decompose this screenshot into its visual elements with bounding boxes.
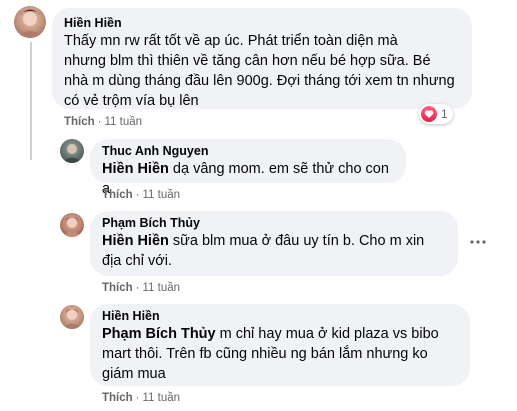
separator: · bbox=[135, 189, 140, 201]
reply-text: Hiền Hiền sữa blm mua ở đâu uy tín b. Ch… bbox=[102, 231, 446, 271]
like-button[interactable]: Thích bbox=[102, 392, 133, 404]
avatar[interactable] bbox=[60, 305, 84, 329]
avatar-photo-icon bbox=[62, 144, 82, 163]
mention-link[interactable]: Hiền Hiền bbox=[102, 161, 169, 177]
reply-author[interactable]: Hiền Hiền bbox=[102, 308, 458, 324]
reply-bubble: Phạm Bích Thủy Hiền Hiền sữa blm mua ở đ… bbox=[90, 211, 458, 276]
mention-link[interactable]: Phạm Bích Thủy bbox=[102, 326, 216, 342]
comment-author[interactable]: Hiền Hiền bbox=[64, 15, 460, 31]
avatar[interactable] bbox=[60, 213, 84, 237]
comment-actions: Thích · 11 tuần bbox=[64, 116, 142, 128]
reply-actions: Thích · 11 tuần bbox=[102, 392, 180, 404]
comment-line: có vẻ trộm vía bụ lên bbox=[64, 93, 199, 109]
avatar-photo-icon bbox=[17, 9, 43, 38]
timestamp[interactable]: 11 tuần bbox=[105, 116, 143, 128]
reply-actions: Thích · 11 tuần bbox=[102, 189, 180, 201]
mention-link[interactable]: Hiền Hiền bbox=[102, 233, 169, 249]
avatar[interactable] bbox=[14, 6, 46, 38]
reply-line: giám mua bbox=[102, 366, 166, 382]
comment-line: Thấy mn rw rất tốt về ap úc. Phát triển … bbox=[64, 33, 398, 49]
reaction-badge[interactable]: 1 bbox=[419, 104, 453, 124]
reply-bubble: Thuc Anh Nguyen Hiền Hiền dạ vâng mom. e… bbox=[90, 139, 406, 197]
separator: · bbox=[97, 116, 102, 128]
comment-line: nhà m dùng tháng đầu lên 900g. Đợi tháng… bbox=[64, 73, 455, 89]
reply-author[interactable]: Thuc Anh Nguyen bbox=[102, 143, 394, 159]
like-button[interactable]: Thích bbox=[102, 189, 133, 201]
reply-line: mart thôi. Trên fb cũng nhiều ng bán lắm… bbox=[102, 346, 428, 362]
reply-line: m chỉ hay mua ở kid plaza vs bibo bbox=[219, 326, 439, 342]
comment-line: nhưng blm thì thiên về tăng cân hơn nếu … bbox=[64, 53, 431, 69]
reply-text: Phạm Bích Thủy m chỉ hay mua ở kid plaza… bbox=[102, 324, 458, 384]
heart-reaction-icon bbox=[421, 106, 437, 122]
reply-bubble: Hiền Hiền Phạm Bích Thủy m chỉ hay mua ở… bbox=[90, 304, 470, 386]
timestamp[interactable]: 11 tuần bbox=[143, 282, 181, 294]
comment-text: Thấy mn rw rất tốt về ap úc. Phát triển … bbox=[64, 31, 460, 111]
avatar-photo-icon bbox=[62, 309, 82, 329]
separator: · bbox=[135, 282, 140, 294]
more-options-icon[interactable] bbox=[466, 230, 490, 254]
timestamp[interactable]: 11 tuần bbox=[143, 392, 181, 404]
reply-line: sữa blm mua ở đâu uy tín b. Cho m xin bbox=[172, 233, 425, 249]
avatar[interactable] bbox=[60, 139, 84, 163]
thread-line bbox=[30, 42, 32, 160]
reply-line: địa chỉ với. bbox=[102, 253, 172, 269]
timestamp[interactable]: 11 tuần bbox=[143, 189, 181, 201]
like-button[interactable]: Thích bbox=[64, 116, 95, 128]
reaction-count: 1 bbox=[441, 107, 448, 121]
separator: · bbox=[135, 392, 140, 404]
like-button[interactable]: Thích bbox=[102, 282, 133, 294]
comment-bubble: Hiền Hiền Thấy mn rw rất tốt về ap úc. P… bbox=[52, 8, 472, 109]
reply-actions: Thích · 11 tuần bbox=[102, 282, 180, 294]
avatar-photo-icon bbox=[62, 217, 82, 237]
reply-author[interactable]: Phạm Bích Thủy bbox=[102, 215, 446, 231]
